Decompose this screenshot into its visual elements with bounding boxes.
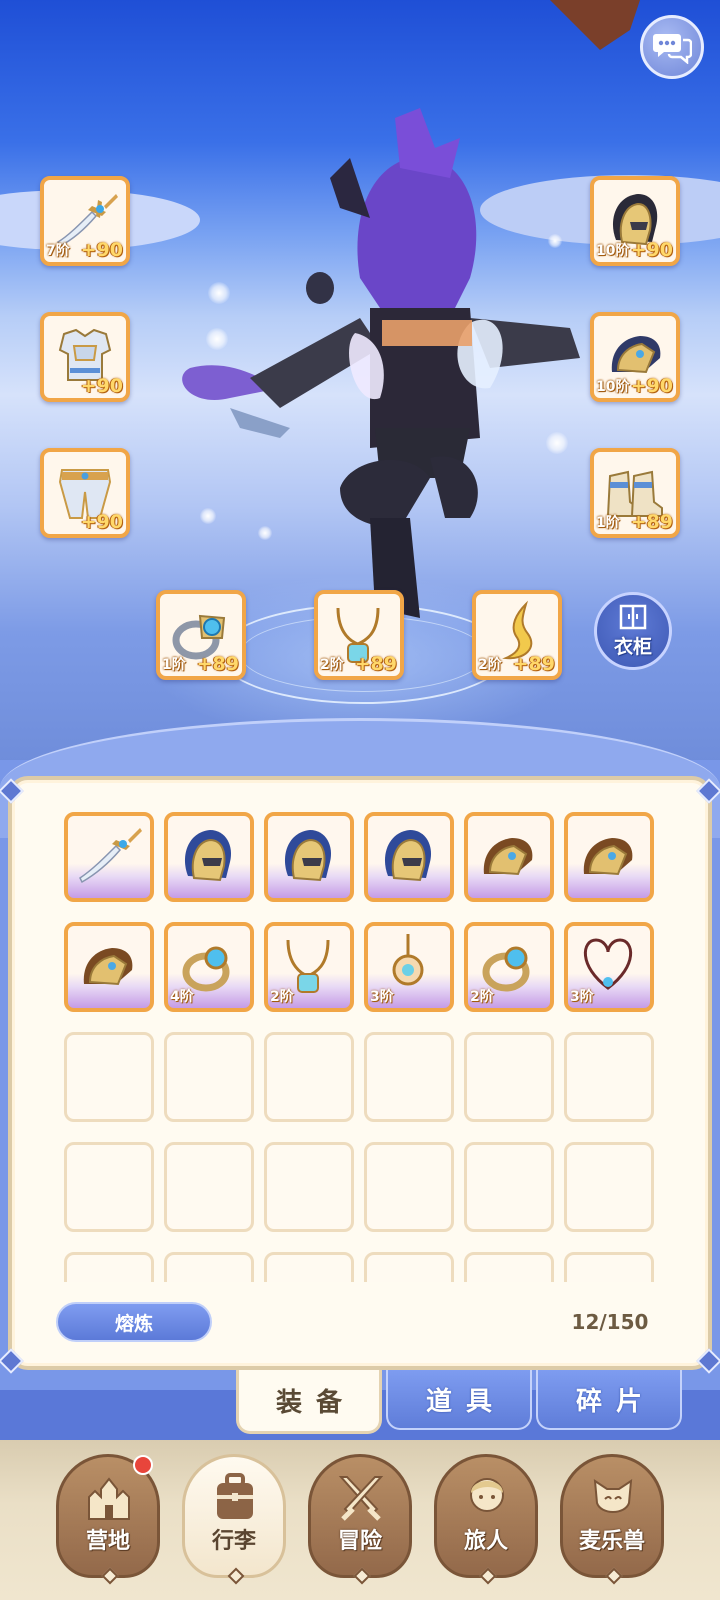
tier-label: 1阶 xyxy=(162,657,186,673)
tier-label: 10阶 xyxy=(596,379,630,395)
enhance-level: +89 xyxy=(630,511,673,533)
empty-inventory-slot[interactable] xyxy=(264,1032,354,1122)
enhance-level: +89 xyxy=(512,653,555,675)
castle-icon xyxy=(88,1477,130,1520)
game-scene: 7阶 +90 +90 +90 10阶 +90 10阶 +90 1阶 +89 1阶… xyxy=(0,0,720,790)
creature-silhouette xyxy=(550,0,640,50)
enhance-level: +90 xyxy=(80,239,123,261)
equip-slot-gauntlet[interactable]: 10阶 +90 xyxy=(590,312,680,402)
equip-slot-helmet[interactable]: 10阶 +90 xyxy=(590,176,680,266)
inventory-slot[interactable] xyxy=(464,812,554,902)
tier-label: 2阶 xyxy=(478,657,502,673)
wardrobe-button[interactable]: 衣柜 xyxy=(594,592,672,670)
helmet-icon xyxy=(184,830,232,882)
empty-inventory-slot[interactable] xyxy=(464,1032,554,1122)
inventory-slot[interactable] xyxy=(64,812,154,902)
inventory-slot[interactable]: 2阶 xyxy=(464,922,554,1012)
empty-inventory-slot[interactable] xyxy=(464,1142,554,1232)
inventory-capacity: 12/150 xyxy=(571,1310,649,1334)
empty-inventory-slot[interactable] xyxy=(564,1252,654,1282)
traveler-icon xyxy=(470,1478,504,1512)
wardrobe-icon xyxy=(619,604,647,629)
crossed-swords-icon xyxy=(338,1476,384,1521)
inventory-slot[interactable] xyxy=(64,922,154,1012)
tab-items[interactable]: 道具 xyxy=(386,1370,532,1430)
enhance-level: +90 xyxy=(80,375,123,397)
inventory-slot[interactable] xyxy=(364,812,454,902)
chat-button[interactable] xyxy=(640,15,704,79)
empty-inventory-slot[interactable] xyxy=(264,1142,354,1232)
empty-inventory-slot[interactable] xyxy=(164,1032,254,1122)
tier-label: 2阶 xyxy=(320,657,344,673)
empty-inventory-slot[interactable] xyxy=(164,1252,254,1282)
empty-inventory-slot[interactable] xyxy=(364,1142,454,1232)
enhance-level: +90 xyxy=(80,511,123,533)
equip-slot-necklace[interactable]: 2阶 +89 xyxy=(314,590,404,680)
empty-inventory-slot[interactable] xyxy=(164,1142,254,1232)
sword-icon xyxy=(79,828,142,884)
tier-label: 2阶 xyxy=(470,989,494,1005)
enhance-level: +90 xyxy=(630,375,673,397)
nav-label: 旅人 xyxy=(463,1529,508,1554)
backpack-icon xyxy=(217,1473,253,1519)
tier-label: 10阶 xyxy=(596,243,630,259)
enhance-level: +89 xyxy=(354,653,397,675)
empty-inventory-slot[interactable] xyxy=(364,1032,454,1122)
tier-label: 2阶 xyxy=(270,989,294,1005)
character-avatar[interactable] xyxy=(170,108,590,628)
tab-equipment[interactable]: 装备 xyxy=(236,1370,382,1434)
inventory-slot[interactable] xyxy=(564,812,654,902)
nav-luggage[interactable]: 行李 xyxy=(182,1454,286,1585)
nav-label: 冒险 xyxy=(337,1529,382,1554)
equip-slot-ring[interactable]: 1阶 +89 xyxy=(156,590,246,680)
tier-label: 7阶 xyxy=(46,243,70,259)
inventory-slot[interactable] xyxy=(264,812,354,902)
inventory-slot[interactable]: 3阶 xyxy=(364,922,454,1012)
inventory-slot[interactable]: 2阶 xyxy=(264,922,354,1012)
empty-inventory-slot[interactable] xyxy=(64,1252,154,1282)
empty-inventory-slot[interactable] xyxy=(64,1032,154,1122)
empty-inventory-slot[interactable] xyxy=(264,1252,354,1282)
enhance-level: +90 xyxy=(630,239,673,261)
nav-meleshou[interactable]: 麦乐兽 xyxy=(560,1454,664,1585)
tab-fragments[interactable]: 碎片 xyxy=(536,1370,682,1430)
nav-label: 营地 xyxy=(85,1529,130,1554)
tier-label: 3阶 xyxy=(570,989,594,1005)
empty-inventory-slot[interactable] xyxy=(64,1142,154,1232)
gauntlet-icon xyxy=(583,838,633,876)
cat-icon xyxy=(593,1479,633,1513)
empty-inventory-slot[interactable] xyxy=(364,1252,454,1282)
nav-camp[interactable]: 营地 xyxy=(56,1454,160,1585)
equip-slot-charm[interactable]: 2阶 +89 xyxy=(472,590,562,680)
nav-traveler[interactable]: 旅人 xyxy=(434,1454,538,1585)
equip-slot-legs[interactable]: +90 xyxy=(40,448,130,538)
chat-bubble-icon xyxy=(653,34,692,64)
empty-inventory-slot[interactable] xyxy=(564,1142,654,1232)
enhance-level: +89 xyxy=(196,653,239,675)
helmet-icon xyxy=(284,830,332,882)
tier-label: 1阶 xyxy=(596,515,620,531)
equip-slot-weapon[interactable]: 7阶 +90 xyxy=(40,176,130,266)
equip-slot-boots[interactable]: 1阶 +89 xyxy=(590,448,680,538)
equip-slot-chest[interactable]: +90 xyxy=(40,312,130,402)
inventory-slot[interactable]: 4阶 xyxy=(164,922,254,1012)
inventory-slot[interactable]: 3阶 xyxy=(564,922,654,1012)
notification-badge xyxy=(133,1455,153,1475)
empty-inventory-slot[interactable] xyxy=(464,1252,554,1282)
gauntlet-icon xyxy=(483,838,533,876)
nav-label: 行李 xyxy=(211,1529,256,1554)
gauntlet-icon xyxy=(83,948,133,986)
tier-label: 4阶 xyxy=(170,989,194,1005)
nav-adventure[interactable]: 冒险 xyxy=(308,1454,412,1585)
helmet-icon xyxy=(384,830,432,882)
tier-label: 3阶 xyxy=(370,989,394,1005)
inventory-slot[interactable] xyxy=(164,812,254,902)
inventory-grid: 4阶 2阶 3阶 2阶 3阶 xyxy=(64,812,664,1282)
smelt-button[interactable]: 熔炼 xyxy=(56,1302,212,1342)
wardrobe-label: 衣柜 xyxy=(613,635,652,658)
nav-label: 麦乐兽 xyxy=(578,1529,645,1554)
empty-inventory-slot[interactable] xyxy=(564,1032,654,1122)
